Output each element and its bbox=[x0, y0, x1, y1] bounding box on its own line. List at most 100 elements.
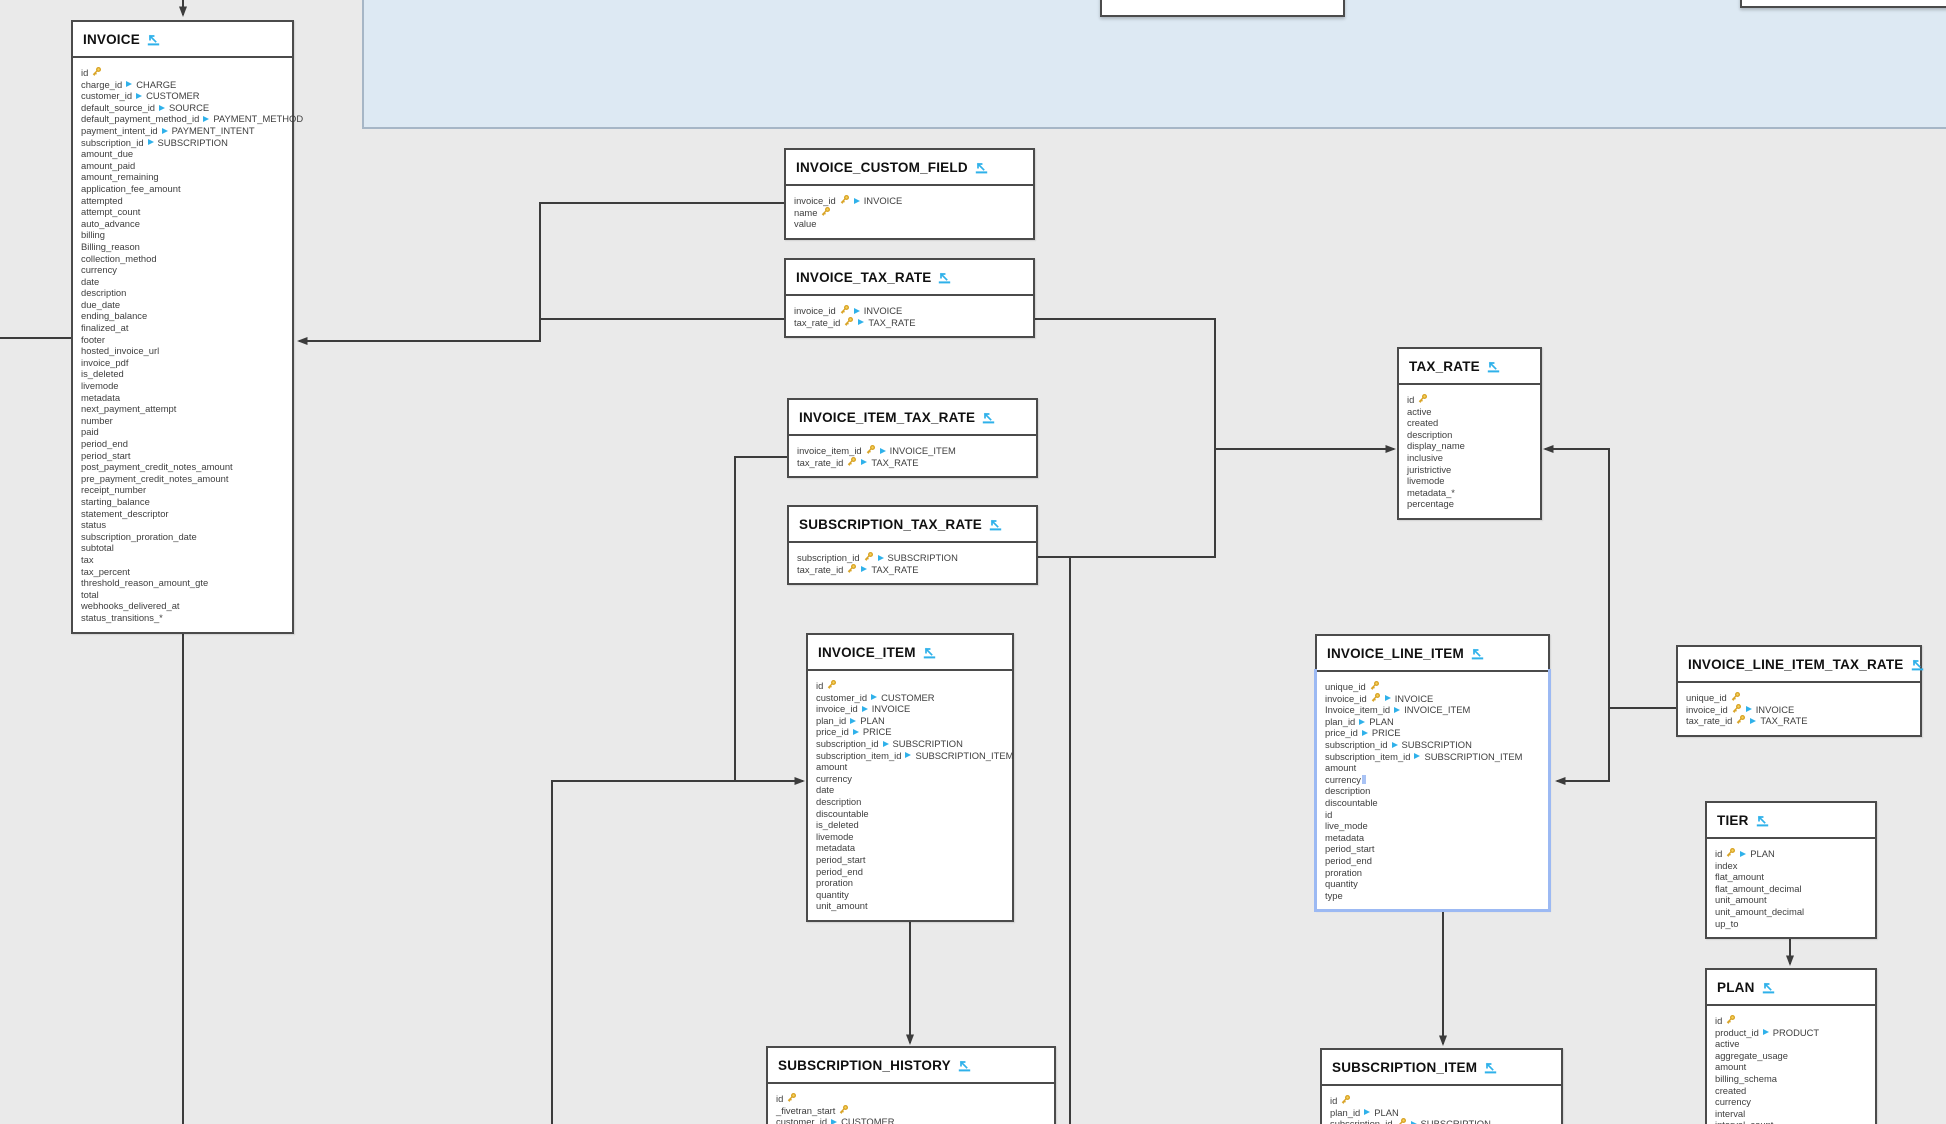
field-id[interactable]: id bbox=[1325, 809, 1540, 821]
field-metadata_*[interactable]: metadata_* bbox=[1407, 487, 1532, 499]
field-billing_schema[interactable]: billing_schema bbox=[1715, 1073, 1867, 1085]
field-is_deleted[interactable]: is_deleted bbox=[816, 819, 1004, 831]
field-metadata[interactable]: metadata bbox=[1325, 832, 1540, 844]
field-subscription_id[interactable]: subscription_idSUBSCRIPTION bbox=[1325, 739, 1540, 751]
field-default_source_id[interactable]: default_source_idSOURCE bbox=[81, 102, 284, 114]
field-post_payment_credit_notes_amount[interactable]: post_payment_credit_notes_amount bbox=[81, 461, 284, 473]
field-amount_due[interactable]: amount_due bbox=[81, 148, 284, 160]
field-flat_amount_decimal[interactable]: flat_amount_decimal bbox=[1715, 883, 1867, 895]
field-interval_count[interactable]: interval_count bbox=[1715, 1119, 1867, 1124]
field-attempt_count[interactable]: attempt_count bbox=[81, 206, 284, 218]
field-invoice_id[interactable]: invoice_idINVOICE bbox=[794, 305, 1025, 317]
highlight-region[interactable] bbox=[362, 0, 1946, 129]
field-webhooks_delivered_at[interactable]: webhooks_delivered_at bbox=[81, 600, 284, 612]
field-tax_rate_id[interactable]: tax_rate_idTAX_RATE bbox=[1686, 715, 1912, 727]
field-livemode[interactable]: livemode bbox=[1407, 475, 1532, 487]
field-invoice_pdf[interactable]: invoice_pdf bbox=[81, 357, 284, 369]
entity-invoice[interactable]: INVOICEidcharge_idCHARGEcustomer_idCUSTO… bbox=[71, 20, 294, 634]
field-type[interactable]: type bbox=[1325, 890, 1540, 902]
field-footer[interactable]: footer bbox=[81, 334, 284, 346]
entity-tax_rate[interactable]: TAX_RATEidactivecreateddescriptiondispla… bbox=[1397, 347, 1542, 520]
expand-icon[interactable] bbox=[1762, 981, 1775, 994]
field-unique_id[interactable]: unique_id bbox=[1325, 681, 1540, 693]
field-id[interactable]: id bbox=[1407, 394, 1532, 406]
entity-invoice_custom_field[interactable]: INVOICE_CUSTOM_FIELD invoice_idINVOICEnam… bbox=[784, 148, 1035, 240]
field-inclusive[interactable]: inclusive bbox=[1407, 452, 1532, 464]
expand-icon[interactable] bbox=[938, 271, 951, 284]
entity-header[interactable]: TAX_RATE bbox=[1399, 349, 1540, 385]
field-invoice_id[interactable]: invoice_idINVOICE bbox=[794, 195, 1025, 207]
entity-header[interactable]: TIER bbox=[1707, 803, 1875, 839]
field-id[interactable]: id bbox=[776, 1093, 1046, 1105]
entity-header[interactable]: SUBSCRIPTION_ITEM bbox=[1322, 1050, 1561, 1086]
field-active[interactable]: active bbox=[1407, 406, 1532, 418]
field-status[interactable]: status bbox=[81, 519, 284, 531]
field-statement_descriptor[interactable]: statement_descriptor bbox=[81, 508, 284, 520]
field-up_to[interactable]: up_to bbox=[1715, 918, 1867, 930]
field-is_deleted[interactable]: is_deleted bbox=[81, 368, 284, 380]
field-quantity[interactable]: quantity bbox=[1325, 878, 1540, 890]
field-period_end[interactable]: period_end bbox=[81, 438, 284, 450]
field-invoice_id[interactable]: invoice_idINVOICE bbox=[816, 703, 1004, 715]
field-livemode[interactable]: livemode bbox=[81, 380, 284, 392]
field-date[interactable]: date bbox=[816, 784, 1004, 796]
field-next_payment_attempt[interactable]: next_payment_attempt bbox=[81, 403, 284, 415]
entity-header[interactable]: INVOICE_ITEM_TAX_RATE bbox=[789, 400, 1036, 436]
field-period_end[interactable]: period_end bbox=[816, 866, 1004, 878]
field-discountable[interactable]: discountable bbox=[816, 808, 1004, 820]
field-amount_paid[interactable]: amount_paid bbox=[81, 160, 284, 172]
entity-subscription_history[interactable]: SUBSCRIPTION_HISTORYid_fivetran_startcus… bbox=[766, 1046, 1056, 1124]
field-amount[interactable]: amount bbox=[1715, 1061, 1867, 1073]
field-name[interactable]: name bbox=[794, 207, 1025, 219]
field-Billing_reason[interactable]: Billing_reason bbox=[81, 241, 284, 253]
field-due_date[interactable]: due_date bbox=[81, 299, 284, 311]
field-tax_rate_id[interactable]: tax_rate_idTAX_RATE bbox=[797, 564, 1028, 576]
field-created[interactable]: created bbox=[1715, 1085, 1867, 1097]
field-period_end[interactable]: period_end bbox=[1325, 855, 1540, 867]
field-tax[interactable]: tax bbox=[81, 554, 284, 566]
field-metadata[interactable]: metadata bbox=[816, 842, 1004, 854]
expand-icon[interactable] bbox=[975, 161, 988, 174]
entity-header[interactable]: SUBSCRIPTION_TAX_RATE bbox=[789, 507, 1036, 543]
field-subtotal[interactable]: subtotal bbox=[81, 542, 284, 554]
field-aggregate_usage[interactable]: aggregate_usage bbox=[1715, 1050, 1867, 1062]
field-description[interactable]: description bbox=[816, 796, 1004, 808]
field-threshold_reason_amount_gte[interactable]: threshold_reason_amount_gte bbox=[81, 577, 284, 589]
field-currency[interactable]: currency bbox=[1715, 1096, 1867, 1108]
field-description[interactable]: description bbox=[1325, 785, 1540, 797]
field-status_transitions_*[interactable]: status_transitions_* bbox=[81, 612, 284, 624]
field-metadata[interactable]: metadata bbox=[81, 392, 284, 404]
field-period_start[interactable]: period_start bbox=[816, 854, 1004, 866]
field-invoice_item_id[interactable]: invoice_item_idINVOICE_ITEM bbox=[797, 445, 1028, 457]
field-paid[interactable]: paid bbox=[81, 426, 284, 438]
field-price_id[interactable]: price_idPRICE bbox=[816, 726, 1004, 738]
expand-icon[interactable] bbox=[1756, 814, 1769, 827]
entity-header[interactable]: INVOICE_LINE_ITEM bbox=[1317, 636, 1548, 672]
field-pre_payment_credit_notes_amount[interactable]: pre_payment_credit_notes_amount bbox=[81, 473, 284, 485]
field-plan_id[interactable]: plan_idPLAN bbox=[816, 715, 1004, 727]
field-unit_amount_decimal[interactable]: unit_amount_decimal bbox=[1715, 906, 1867, 918]
field-_fivetran_start[interactable]: _fivetran_start bbox=[776, 1105, 1046, 1117]
field-collection_method[interactable]: collection_method bbox=[81, 253, 284, 265]
field-amount[interactable]: amount bbox=[1325, 762, 1540, 774]
field-default_payment_method_id[interactable]: default_payment_method_idPAYMENT_METHOD bbox=[81, 113, 284, 125]
field-description[interactable]: description bbox=[1407, 429, 1532, 441]
field-period_start[interactable]: period_start bbox=[1325, 843, 1540, 855]
field-subscription_item_id[interactable]: subscription_item_idSUBSCRIPTION_ITEM bbox=[816, 750, 1004, 762]
field-customer_id[interactable]: customer_idCUSTOMER bbox=[816, 692, 1004, 704]
field-created[interactable]: created bbox=[1407, 417, 1532, 429]
expand-icon[interactable] bbox=[989, 518, 1002, 531]
entity-header[interactable]: INVOICE_TAX_RATE bbox=[786, 260, 1033, 296]
entity-header[interactable]: INVOICE_CUSTOM_FIELD bbox=[786, 150, 1033, 186]
entity-header[interactable]: INVOICE_ITEM bbox=[808, 635, 1012, 671]
entity-header[interactable]: INVOICE bbox=[73, 22, 292, 58]
field-invoice_id[interactable]: invoice_idINVOICE bbox=[1686, 704, 1912, 716]
field-flat_amount[interactable]: flat_amount bbox=[1715, 871, 1867, 883]
field-customer_id[interactable]: customer_idCUSTOMER bbox=[81, 90, 284, 102]
field-subscription_id[interactable]: subscription_idSUBSCRIPTION bbox=[797, 552, 1028, 564]
field-plan_id[interactable]: plan_idPLAN bbox=[1325, 716, 1540, 728]
field-subscription_id[interactable]: subscription_idSUBSCRIPTION bbox=[1330, 1118, 1553, 1124]
entity-plan[interactable]: PLANidproduct_idPRODUCTactiveaggregate_u… bbox=[1705, 968, 1877, 1124]
entity-invoice_line_item[interactable]: INVOICE_LINE_ITEMunique_idinvoice_idINVO… bbox=[1315, 634, 1550, 911]
field-tax_rate_id[interactable]: tax_rate_idTAX_RATE bbox=[797, 457, 1028, 469]
